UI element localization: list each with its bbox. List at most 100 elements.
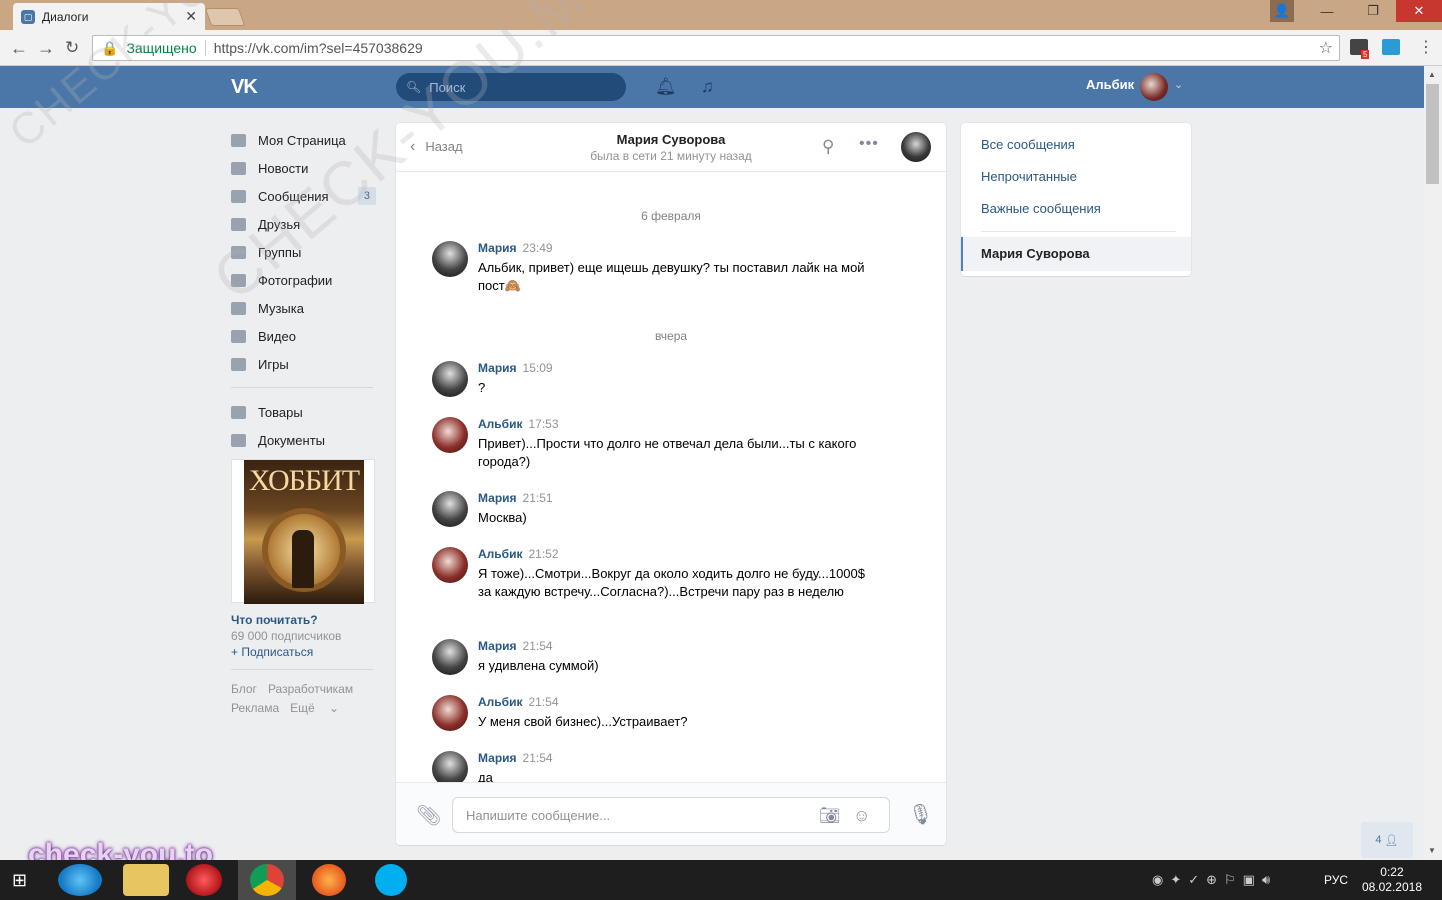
chevron-down-icon[interactable]: ⌄ [1174,78,1183,91]
back-arrow-icon[interactable]: ← [10,38,28,59]
forward-arrow-icon[interactable]: → [37,38,55,59]
sidebar-item-messages[interactable]: Сообщения 3 [231,182,376,210]
reload-icon[interactable]: ↻ [65,38,79,58]
chrome-menu-icon[interactable]: ⋮ [1418,37,1434,57]
sidebar-item-friends[interactable]: Друзья [231,210,376,238]
message-time: 17:53 [528,417,559,431]
avatar[interactable] [432,241,468,277]
sidebar-item-label: Музыка [258,300,304,316]
music-note-icon[interactable]: ♫ [701,77,714,97]
skype-icon[interactable] [375,864,407,896]
omnibox-separator [204,40,206,56]
sidebar-item-my-page[interactable]: Моя Страница [231,126,376,154]
message-meta: Альбик 21:52 [478,547,559,561]
restore-button[interactable]: ❐ [1350,0,1396,22]
person-icon: 👤︎ [1384,834,1399,847]
more-options-icon[interactable]: ••• [859,135,879,153]
sidebar-divider-2 [231,669,373,670]
avatar[interactable] [432,361,468,397]
sender-name[interactable]: Альбик [478,547,522,561]
sidebar-item-music[interactable]: Музыка [231,294,376,322]
browser-tab[interactable]: ▢ Диалоги ✕ [13,3,205,30]
sender-name[interactable]: Мария [478,751,517,765]
avatar[interactable] [432,491,468,527]
sender-name[interactable]: Мария [478,639,517,653]
sender-name[interactable]: Мария [478,361,517,375]
close-tab-icon[interactable]: ✕ [185,8,197,25]
avatar[interactable] [432,639,468,675]
chrome-taskbar-button[interactable] [238,860,296,900]
scroll-thumb[interactable] [1426,84,1439,184]
shield-extension-icon[interactable] [1382,39,1400,55]
firefox-icon[interactable] [312,864,346,896]
sidebar-item-market[interactable]: Товары [231,398,376,426]
taskbar-clock[interactable]: 0:22 08.02.2018 [1362,865,1422,895]
scroll-up-icon[interactable]: ▲ [1428,70,1436,79]
header-avatar[interactable] [1140,73,1168,101]
bookmark-star-icon[interactable]: ☆ [1319,38,1333,58]
avatar[interactable] [432,751,468,782]
message-input[interactable]: Напишите сообщение... 📷︎ ☺ [452,797,890,833]
footer-more-link[interactable]: Ещё ⌄ [290,701,350,715]
footer-dev-link[interactable]: Разработчикам [268,682,353,696]
footer-blog-link[interactable]: Блог [231,682,257,696]
filter-unread[interactable]: Непрочитанные [981,169,1077,184]
search-icon[interactable]: ⚲ [822,137,834,157]
header-user-name[interactable]: Альбик [1086,77,1134,92]
message-list[interactable]: 6 февраля Мария 23:49 Альбик, привет) еще… [396,173,946,782]
close-window-button[interactable]: ✕ [1396,0,1442,22]
message-meta: Мария 21:54 [478,751,553,765]
selected-dialog[interactable]: Мария Суворова [961,237,1191,271]
scroll-down-icon[interactable]: ▼ [1428,846,1436,855]
online-friends-button[interactable]: 4 👤︎ [1361,822,1413,858]
ad-subscribe-link[interactable]: + Подписаться [231,645,376,659]
filter-all-messages[interactable]: Все сообщения [981,137,1075,152]
new-tab-button[interactable] [204,8,246,26]
sidebar-item-video[interactable]: Видео [231,322,376,350]
avatar[interactable] [432,417,468,453]
address-bar[interactable]: 🔒 Защищено https://vk.com/im?sel=4570386… [92,35,1340,61]
camera-icon[interactable]: 📷︎ [819,806,841,826]
secure-label: Защищено [126,40,197,56]
system-tray-icons[interactable]: ◉✦✓⊕⚐▣🔊︎ [1152,872,1277,888]
ie-icon[interactable] [58,864,102,896]
filter-important[interactable]: Важные сообщения [981,201,1101,216]
smile-icon[interactable]: ☺ [853,806,870,826]
sender-name[interactable]: Мария [478,491,517,505]
ad-book-cover[interactable]: ХОББИТ [231,459,375,604]
sidebar-item-games[interactable]: Игры [231,350,376,378]
cover-figure-shape [292,530,314,588]
sender-name[interactable]: Мария [478,241,517,255]
file-explorer-icon[interactable] [123,864,169,896]
sidebar-item-groups[interactable]: Группы [231,238,376,266]
sidebar-item-docs[interactable]: Документы [231,426,376,454]
footer-ads-link[interactable]: Реклама [231,701,279,715]
sidebar-item-label: Моя Страница [258,132,346,148]
search-icon: 🔍︎ [406,80,422,94]
language-indicator[interactable]: РУС [1324,873,1348,887]
avatar[interactable] [432,547,468,583]
sender-name[interactable]: Альбик [478,417,522,431]
windows-taskbar: ⊞ ◉✦✓⊕⚐▣🔊︎ РУС 0:22 08.02.2018 [0,860,1442,900]
docs-icon [231,433,246,447]
hobbit-cover-image: ХОББИТ [244,460,364,604]
ad-title[interactable]: Что почитать? [231,613,376,627]
opera-icon[interactable] [186,864,222,896]
microphone-icon[interactable]: 🎙︎ [908,802,933,827]
sender-name[interactable]: Альбик [478,695,522,709]
profile-icon[interactable]: 👤 [1270,0,1294,22]
windows-start-icon[interactable]: ⊞ [12,870,27,891]
avatar[interactable] [432,695,468,731]
paperclip-icon[interactable]: 📎︎ [416,803,441,828]
minimize-button[interactable]: — [1304,0,1350,22]
search-input[interactable]: 🔍︎ Поиск [396,73,626,101]
contact-avatar[interactable] [901,132,931,162]
message-text: Москва) [478,510,527,525]
page-scrollbar[interactable]: ▲ ▼ [1424,66,1442,860]
sidebar-item-news[interactable]: Новости [231,154,376,182]
bell-icon[interactable]: 🔔︎ [655,77,677,97]
chevron-down-icon: ⌄ [329,701,340,715]
sidebar-item-photos[interactable]: Фотографии [231,266,376,294]
vk-logo[interactable]: VK [231,76,258,99]
filter-divider [981,231,1176,232]
